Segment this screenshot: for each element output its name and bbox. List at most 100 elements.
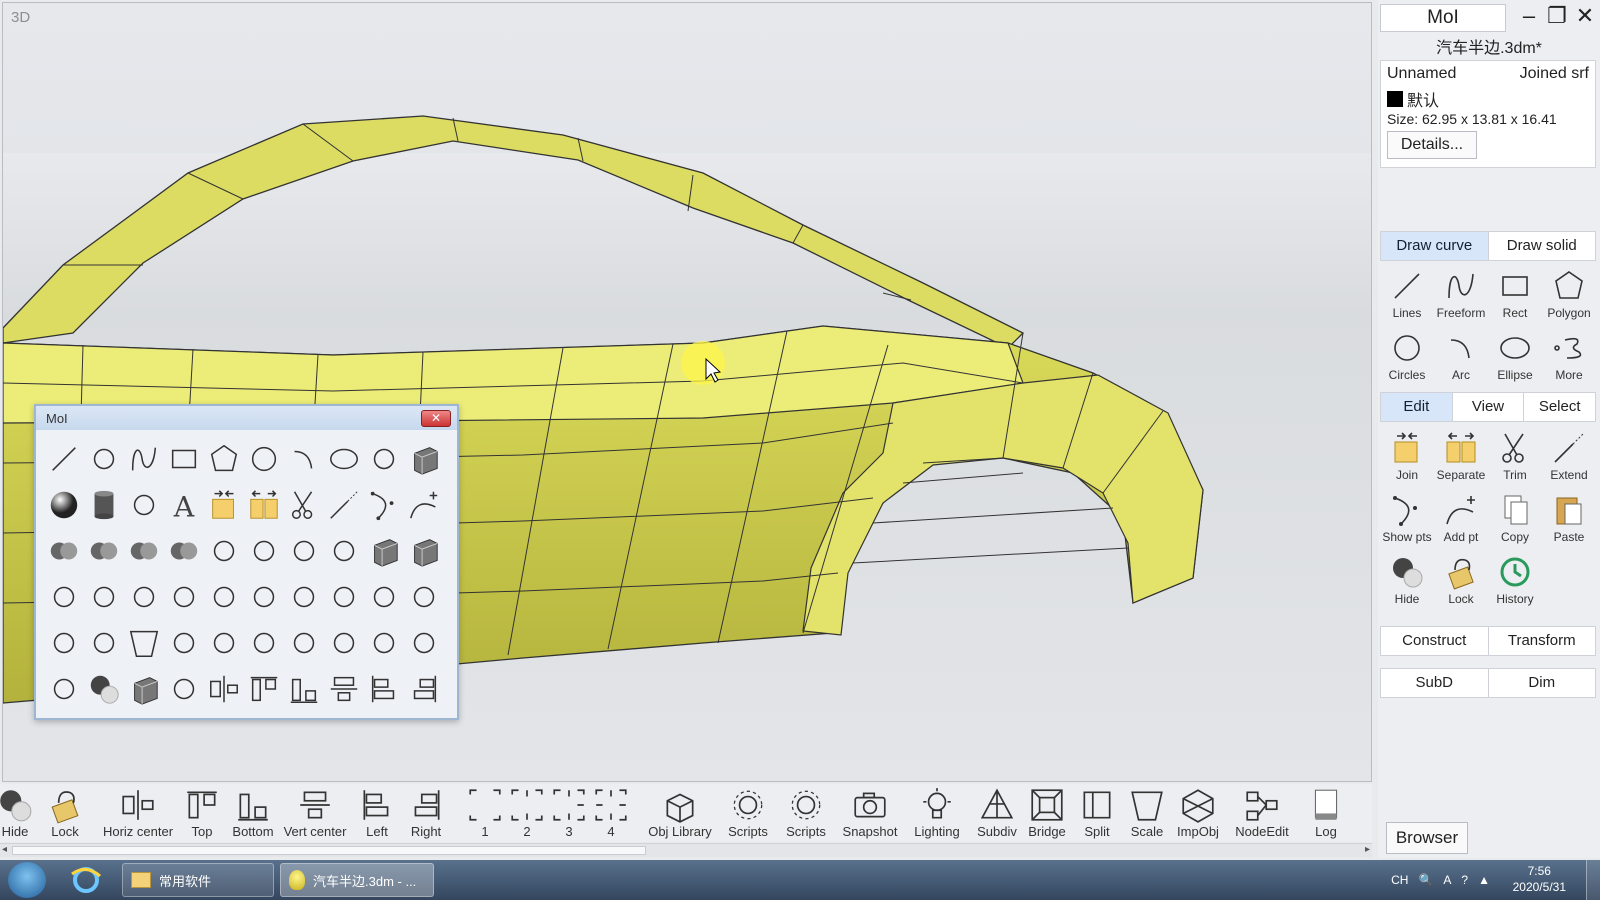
browser-button[interactable]: Browser bbox=[1386, 822, 1468, 854]
palette-tool[interactable] bbox=[204, 666, 244, 712]
palette-tool[interactable] bbox=[44, 436, 84, 482]
palette-tool[interactable] bbox=[124, 574, 164, 620]
tab-draw-curve[interactable]: Draw curve bbox=[1381, 232, 1489, 260]
tab-draw-solid[interactable]: Draw solid bbox=[1489, 232, 1596, 260]
palette-tool[interactable] bbox=[364, 666, 404, 712]
palette-tool[interactable] bbox=[404, 482, 444, 528]
palette-tool[interactable] bbox=[164, 528, 204, 574]
palette-tool[interactable] bbox=[284, 528, 324, 574]
tab-select[interactable]: Select bbox=[1524, 393, 1595, 421]
close-window-button[interactable]: ✕ bbox=[1572, 4, 1598, 30]
scroll-right-arrow[interactable]: ▸ bbox=[1365, 844, 1370, 855]
toolbar-4-button[interactable]: 4 bbox=[575, 784, 647, 842]
palette-tool[interactable] bbox=[324, 666, 364, 712]
palette-tool[interactable] bbox=[84, 666, 124, 712]
tool-history[interactable]: History bbox=[1488, 552, 1542, 614]
palette-tool[interactable] bbox=[324, 620, 364, 666]
palette-tool[interactable] bbox=[204, 574, 244, 620]
palette-title-bar[interactable]: MoI bbox=[36, 406, 457, 430]
palette-tool[interactable] bbox=[404, 436, 444, 482]
object-name[interactable]: Unnamed bbox=[1387, 65, 1456, 83]
palette-tool[interactable] bbox=[284, 482, 324, 528]
scrollbar-thumb[interactable] bbox=[12, 846, 646, 855]
tab-construct[interactable]: Construct bbox=[1381, 627, 1489, 655]
palette-tool[interactable] bbox=[44, 620, 84, 666]
tool-hide[interactable]: Hide bbox=[1380, 552, 1434, 614]
palette-tool[interactable] bbox=[364, 482, 404, 528]
internet-explorer-icon[interactable] bbox=[66, 864, 106, 896]
palette-tool[interactable] bbox=[364, 620, 404, 666]
tab-transform[interactable]: Transform bbox=[1489, 627, 1596, 655]
palette-tool[interactable] bbox=[244, 482, 284, 528]
tool-extend[interactable]: Extend bbox=[1542, 428, 1596, 490]
object-style[interactable]: 默认 bbox=[1387, 87, 1439, 111]
palette-tool[interactable] bbox=[204, 482, 244, 528]
palette-tool[interactable] bbox=[244, 436, 284, 482]
network-icon[interactable]: ▲ bbox=[1478, 873, 1490, 887]
search-icon[interactable]: 🔍 bbox=[1418, 873, 1433, 887]
details-button[interactable]: Details... bbox=[1387, 131, 1477, 159]
system-clock[interactable]: 7:56 2020/5/31 bbox=[1513, 863, 1566, 895]
tab-subd[interactable]: SubD bbox=[1381, 669, 1489, 697]
tool-join[interactable]: Join bbox=[1380, 428, 1434, 490]
tab-edit[interactable]: Edit bbox=[1381, 393, 1453, 421]
palette-tool[interactable]: A bbox=[164, 482, 204, 528]
palette-tool[interactable] bbox=[244, 528, 284, 574]
tool-polygon[interactable]: Polygon bbox=[1542, 266, 1596, 328]
tab-dim[interactable]: Dim bbox=[1489, 669, 1596, 697]
tool-more[interactable]: More bbox=[1542, 328, 1596, 390]
palette-tool[interactable] bbox=[204, 436, 244, 482]
palette-tool[interactable] bbox=[44, 666, 84, 712]
palette-tool[interactable] bbox=[244, 620, 284, 666]
palette-tool[interactable] bbox=[324, 528, 364, 574]
palette-tool[interactable] bbox=[164, 666, 204, 712]
horizontal-scrollbar[interactable]: ◂ ▸ bbox=[0, 843, 1372, 857]
palette-tool[interactable] bbox=[364, 574, 404, 620]
tool-show-pts[interactable]: Show pts bbox=[1380, 490, 1434, 552]
palette-tool[interactable] bbox=[324, 574, 364, 620]
scroll-left-arrow[interactable]: ◂ bbox=[2, 844, 7, 855]
palette-tool[interactable] bbox=[364, 436, 404, 482]
palette-tool[interactable] bbox=[124, 528, 164, 574]
palette-tool[interactable] bbox=[284, 574, 324, 620]
palette-tool[interactable] bbox=[404, 666, 444, 712]
tool-paste[interactable]: Paste bbox=[1542, 490, 1596, 552]
toolbar-log-button[interactable]: Log bbox=[1290, 784, 1362, 842]
palette-tool[interactable] bbox=[44, 574, 84, 620]
palette-tool[interactable] bbox=[84, 528, 124, 574]
toolbar-horiz-center-button[interactable]: Horiz center bbox=[102, 784, 174, 842]
palette-tool[interactable] bbox=[204, 528, 244, 574]
palette-tool[interactable] bbox=[84, 620, 124, 666]
tool-rect[interactable]: Rect bbox=[1488, 266, 1542, 328]
palette-tool[interactable] bbox=[164, 620, 204, 666]
palette-tool[interactable] bbox=[324, 436, 364, 482]
taskbar-folder-task[interactable]: 常用软件 bbox=[122, 863, 274, 897]
show-desktop-button[interactable] bbox=[1586, 860, 1600, 900]
tool-add-pt[interactable]: Add pt bbox=[1434, 490, 1488, 552]
palette-tool[interactable] bbox=[84, 574, 124, 620]
palette-tool[interactable] bbox=[124, 620, 164, 666]
palette-tool[interactable] bbox=[244, 574, 284, 620]
help-icon[interactable]: ? bbox=[1461, 873, 1468, 887]
toolbar-lock-button[interactable]: Lock bbox=[29, 784, 101, 842]
tab-view[interactable]: View bbox=[1453, 393, 1525, 421]
moi-tool-palette[interactable]: MoI ✕ A bbox=[34, 404, 459, 720]
palette-tool[interactable] bbox=[44, 528, 84, 574]
taskbar-moi-task[interactable]: 汽车半边.3dm - ... bbox=[280, 863, 434, 897]
palette-tool[interactable] bbox=[164, 574, 204, 620]
palette-tool[interactable] bbox=[244, 666, 284, 712]
palette-tool[interactable] bbox=[364, 528, 404, 574]
toolbar-snapshot-button[interactable]: Snapshot bbox=[834, 784, 906, 842]
palette-tool[interactable] bbox=[164, 436, 204, 482]
palette-tool[interactable] bbox=[284, 436, 324, 482]
minimize-button[interactable]: – bbox=[1516, 4, 1542, 30]
toolbar-obj-library-button[interactable]: Obj Library bbox=[644, 784, 716, 842]
start-button[interactable] bbox=[8, 862, 46, 898]
tool-ellipse[interactable]: Ellipse bbox=[1488, 328, 1542, 390]
palette-tool[interactable] bbox=[124, 436, 164, 482]
palette-tool[interactable] bbox=[324, 482, 364, 528]
palette-tool[interactable] bbox=[284, 620, 324, 666]
toolbar-impobj-button[interactable]: ImpObj bbox=[1162, 784, 1234, 842]
palette-tool[interactable] bbox=[124, 666, 164, 712]
palette-close-button[interactable]: ✕ bbox=[421, 410, 451, 427]
